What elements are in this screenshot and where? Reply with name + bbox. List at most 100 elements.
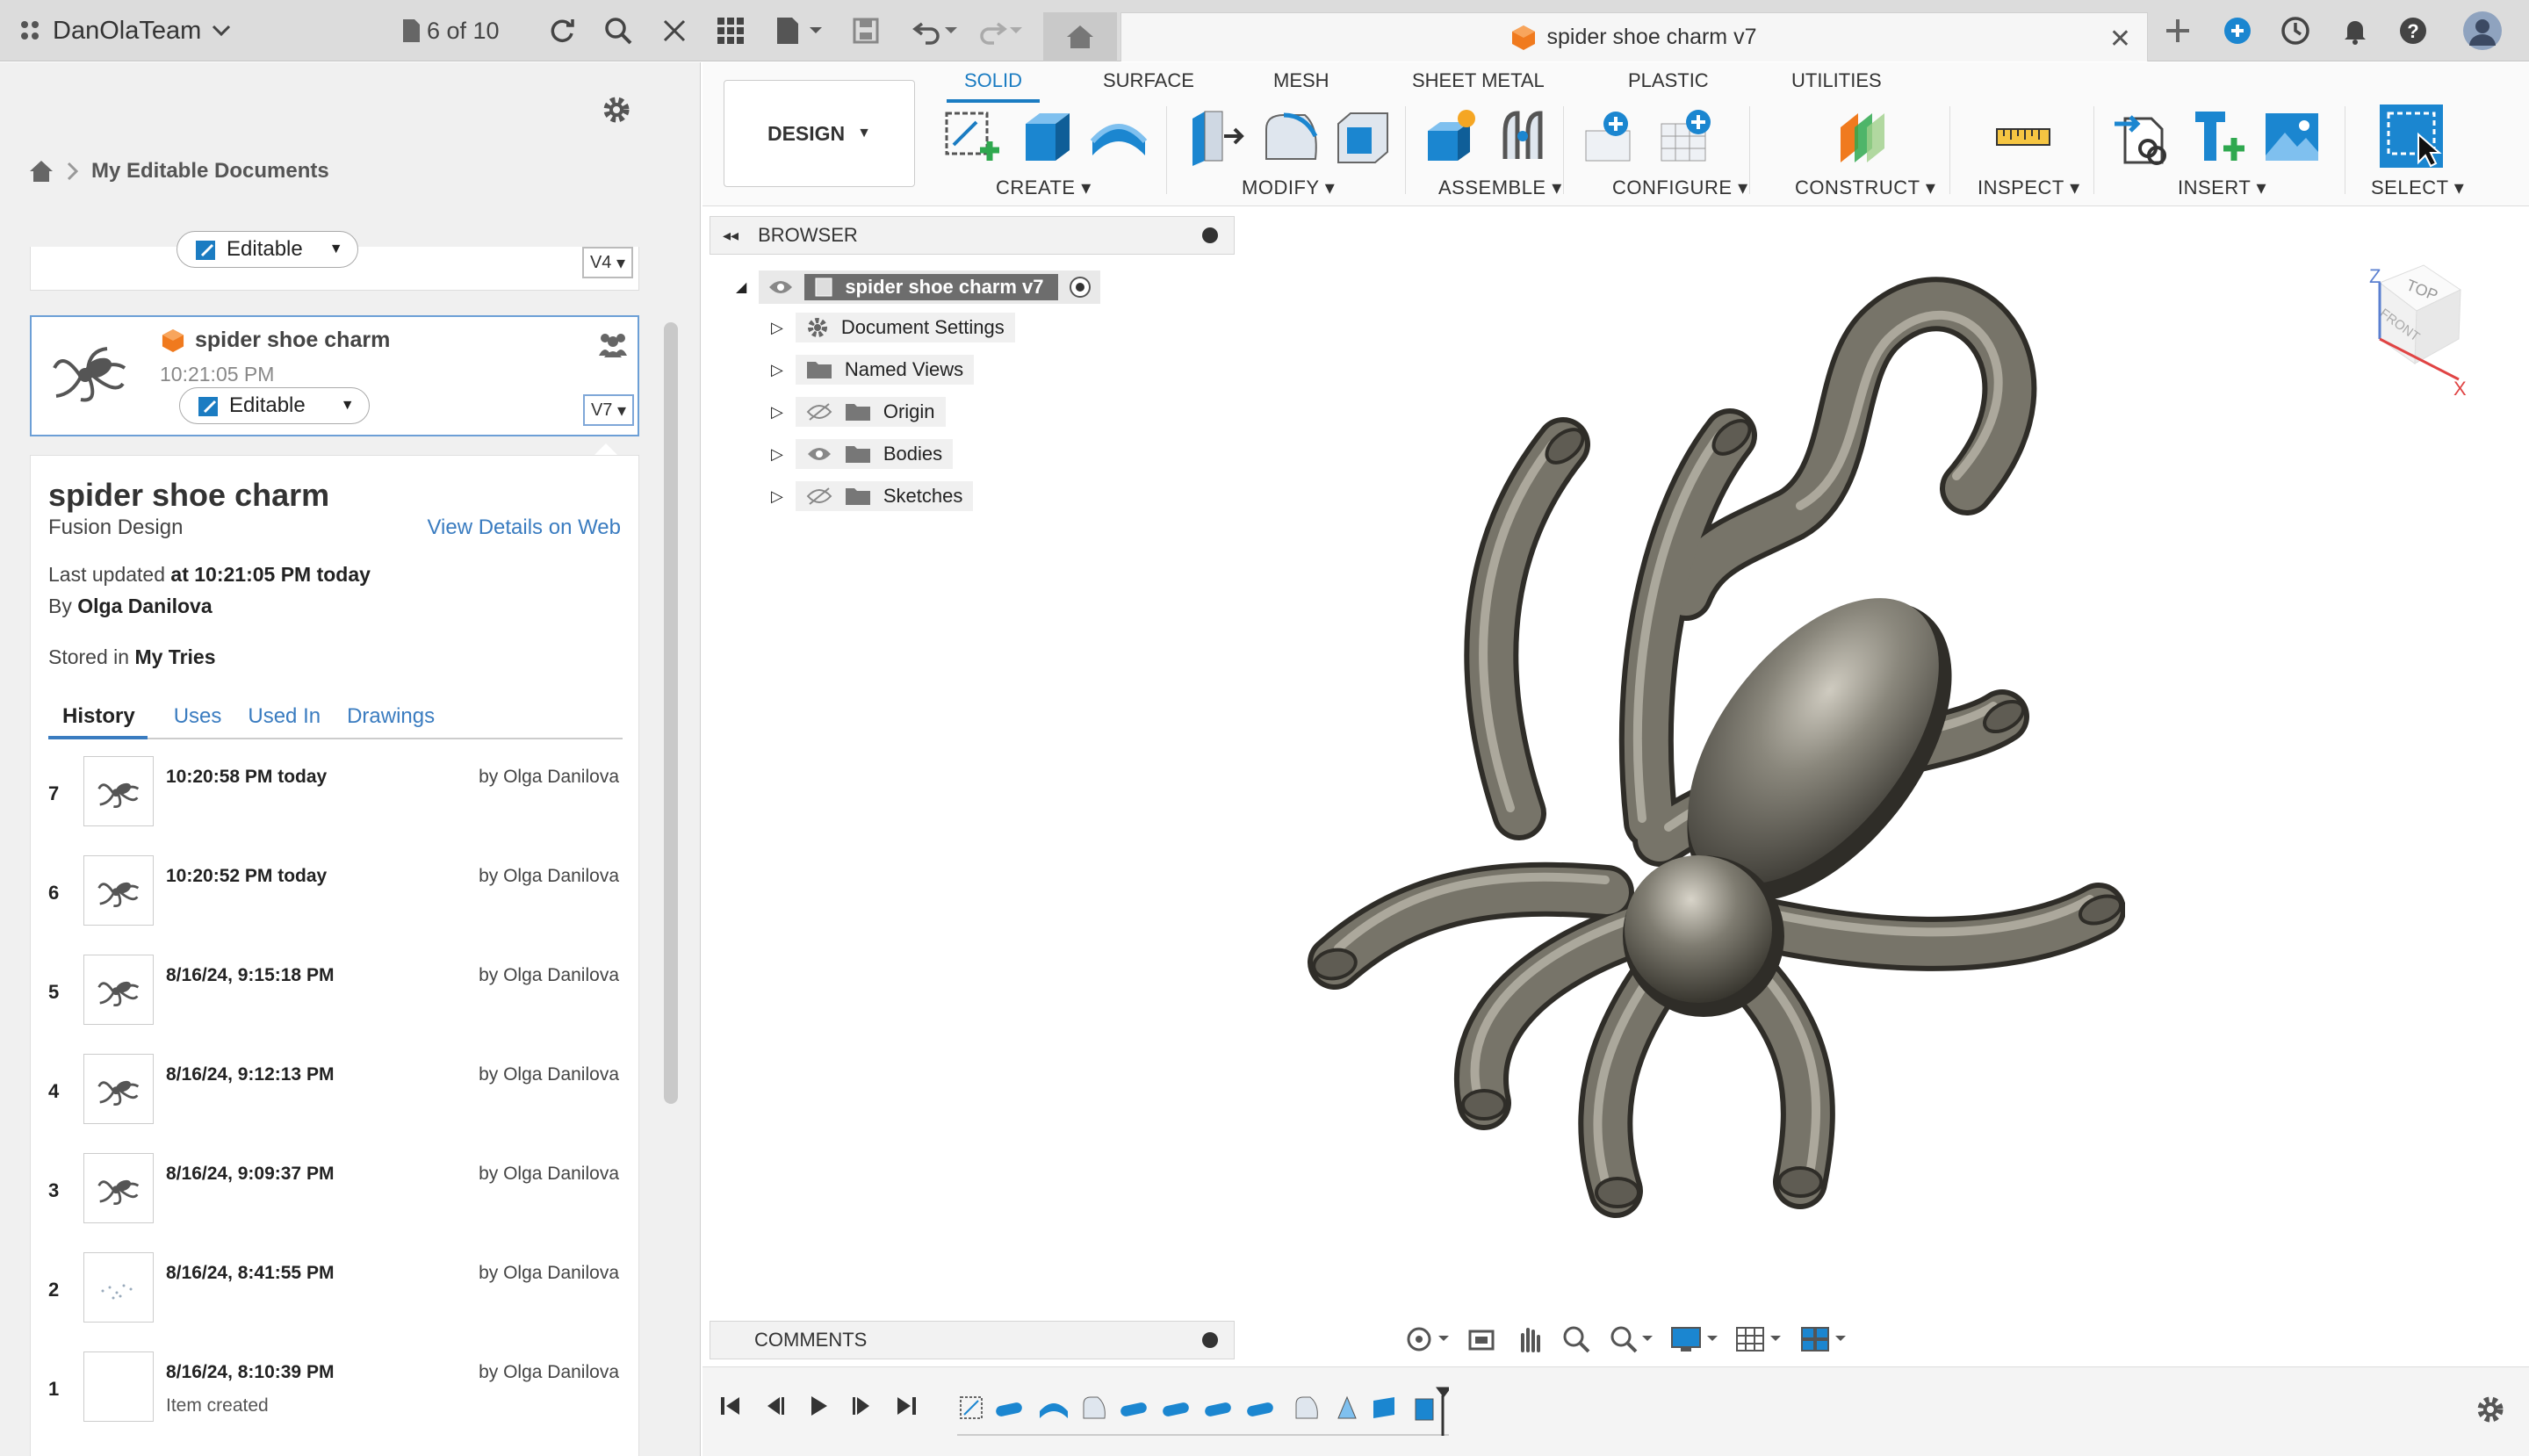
step-forward-icon[interactable]: [850, 1394, 875, 1418]
document-card-partial[interactable]: Editable ▼ V4 ▾: [30, 231, 639, 291]
new-tab-icon[interactable]: [2162, 15, 2194, 47]
version-dropdown[interactable]: V7 ▾: [583, 394, 634, 426]
spider-3d-model[interactable]: [1124, 260, 2125, 1296]
history-thumbnail[interactable]: [83, 1153, 154, 1223]
expand-right-icon[interactable]: ▷: [771, 403, 783, 422]
group-modify[interactable]: MODIFY ▾: [1242, 177, 1335, 199]
eye-icon[interactable]: [767, 278, 794, 296]
tab-uses[interactable]: Uses: [174, 704, 222, 738]
comments-pin-icon[interactable]: [1202, 1332, 1218, 1348]
group-create[interactable]: CREATE ▾: [996, 177, 1092, 199]
comments-bar[interactable]: COMMENTS: [710, 1321, 1235, 1359]
tab-close-icon[interactable]: ✕: [2109, 24, 2131, 54]
timeline-settings-gear-icon[interactable]: [2475, 1394, 2506, 1425]
named-views-row[interactable]: Named Views: [795, 355, 975, 385]
tab-history[interactable]: History: [48, 704, 148, 739]
version-dropdown[interactable]: V4 ▾: [582, 247, 633, 278]
document-tab[interactable]: spider shoe charm v7 ✕: [1120, 12, 2148, 61]
history-row[interactable]: 4 8/16/24, 9:12:13 PM by Olga Danilova: [31, 1054, 640, 1145]
tab-drawings[interactable]: Drawings: [347, 704, 435, 738]
history-row[interactable]: 2 8/16/24, 8:41:55 PM by Olga Danilova: [31, 1252, 640, 1344]
group-assemble[interactable]: ASSEMBLE ▾: [1438, 177, 1562, 199]
zoom-icon[interactable]: [1561, 1324, 1591, 1354]
history-thumbnail[interactable]: [83, 955, 154, 1025]
refresh-icon[interactable]: [546, 15, 578, 47]
history-row[interactable]: 1 8/16/24, 8:10:39 PM by Olga Danilova Item…: [31, 1351, 640, 1443]
browser-item-sketches[interactable]: ▷ Sketches: [771, 481, 974, 511]
help-icon[interactable]: ?: [2397, 15, 2429, 47]
orbit-icon[interactable]: [1405, 1324, 1449, 1354]
history-thumbnail[interactable]: [83, 1351, 154, 1422]
user-avatar[interactable]: [2462, 11, 2503, 51]
view-details-link[interactable]: View Details on Web: [427, 515, 621, 540]
eye-hidden-icon[interactable]: [806, 487, 832, 506]
file-icon[interactable]: [773, 15, 825, 47]
expand-right-icon[interactable]: ▷: [771, 319, 783, 337]
browser-root[interactable]: ◢ spider shoe charm v7: [736, 270, 1100, 304]
redo-icon[interactable]: [975, 15, 1027, 47]
tab-mesh[interactable]: MESH: [1273, 69, 1329, 92]
browser-item-origin[interactable]: ▷ Origin: [771, 397, 946, 427]
expand-right-icon[interactable]: ▷: [771, 361, 783, 379]
tab-utilities[interactable]: UTILITIES: [1791, 69, 1882, 92]
view-cube[interactable]: TOP FRONT Z X: [2336, 248, 2468, 397]
eye-hidden-icon[interactable]: [806, 402, 832, 422]
tab-sheet-metal[interactable]: SHEET METAL: [1412, 69, 1545, 92]
browser-item-document-settings[interactable]: ▷ Document Settings: [771, 313, 1015, 342]
go-to-end-icon[interactable]: [894, 1394, 919, 1418]
expand-down-icon[interactable]: ◢: [736, 278, 746, 296]
joint-icon[interactable]: [1493, 106, 1553, 168]
configure-icon[interactable]: [1581, 106, 1640, 168]
revolve-icon[interactable]: [1089, 106, 1149, 168]
play-icon[interactable]: [806, 1394, 831, 1418]
create-sketch-icon[interactable]: [941, 106, 1001, 168]
insert-canvas-icon[interactable]: [2262, 106, 2322, 168]
history-thumbnail[interactable]: [83, 1252, 154, 1323]
home-icon[interactable]: [28, 159, 54, 184]
doc-count[interactable]: 6 of 10: [400, 12, 500, 49]
grid-settings-icon[interactable]: [1735, 1324, 1783, 1354]
settings-gear-icon[interactable]: [601, 94, 632, 126]
tab-plastic[interactable]: PLASTIC: [1628, 69, 1709, 92]
new-component-icon[interactable]: [1423, 106, 1482, 168]
root-row[interactable]: spider shoe charm v7: [759, 270, 1100, 304]
job-status-icon[interactable]: [2280, 15, 2311, 47]
bodies-row[interactable]: Bodies: [795, 439, 954, 469]
canvas-viewport[interactable]: ◂◂ BROWSER ◢ spider shoe charm v7 ▷ Docu…: [702, 207, 2529, 1366]
group-select[interactable]: SELECT ▾: [2371, 177, 2464, 199]
shell-icon[interactable]: [1333, 106, 1393, 168]
history-thumbnail[interactable]: [83, 1054, 154, 1124]
viewports-icon[interactable]: [1800, 1324, 1848, 1354]
measure-icon[interactable]: [1993, 106, 2053, 168]
press-pull-icon[interactable]: [1187, 106, 1247, 168]
collapse-icon[interactable]: ◂◂: [723, 227, 739, 245]
search-icon[interactable]: [602, 15, 634, 47]
timeline-track[interactable]: [957, 1387, 1291, 1436]
timeline-feature-sketch[interactable]: [960, 1396, 983, 1419]
history-row[interactable]: 3 8/16/24, 9:09:37 PM by Olga Danilova: [31, 1153, 640, 1244]
notifications-icon[interactable]: [2339, 15, 2371, 47]
expand-right-icon[interactable]: ▷: [771, 487, 783, 506]
group-configure[interactable]: CONFIGURE ▾: [1612, 177, 1748, 199]
workspace-switcher[interactable]: DESIGN ▼: [724, 80, 915, 187]
tab-solid[interactable]: SOLID: [947, 69, 1041, 103]
history-thumbnail[interactable]: [83, 855, 154, 926]
expand-right-icon[interactable]: ▷: [771, 445, 783, 464]
browser-item-bodies[interactable]: ▷ Bodies: [771, 439, 954, 469]
step-back-icon[interactable]: [762, 1394, 787, 1418]
panel-scrollbar[interactable]: [664, 322, 678, 1104]
insert-derive-icon[interactable]: [2113, 106, 2172, 168]
team-switcher[interactable]: DanOlaTeam: [19, 12, 231, 49]
fillet-icon[interactable]: [1261, 106, 1321, 168]
tab-used-in[interactable]: Used In: [248, 704, 321, 738]
radio-active-icon[interactable]: [1069, 276, 1092, 299]
history-row[interactable]: 5 8/16/24, 9:15:18 PM by Olga Danilova: [31, 955, 640, 1046]
extrude-icon[interactable]: [1017, 106, 1077, 168]
editable-badge[interactable]: Editable ▼: [179, 387, 370, 424]
browser-header[interactable]: ◂◂ BROWSER: [710, 216, 1235, 255]
pan-icon[interactable]: [1514, 1324, 1544, 1354]
card-title[interactable]: spider shoe charm: [195, 328, 390, 353]
history-row[interactable]: 7 10:20:58 PM today by Olga Danilova: [31, 756, 640, 847]
group-insert[interactable]: INSERT ▾: [2178, 177, 2266, 199]
undo-icon[interactable]: [910, 15, 962, 47]
